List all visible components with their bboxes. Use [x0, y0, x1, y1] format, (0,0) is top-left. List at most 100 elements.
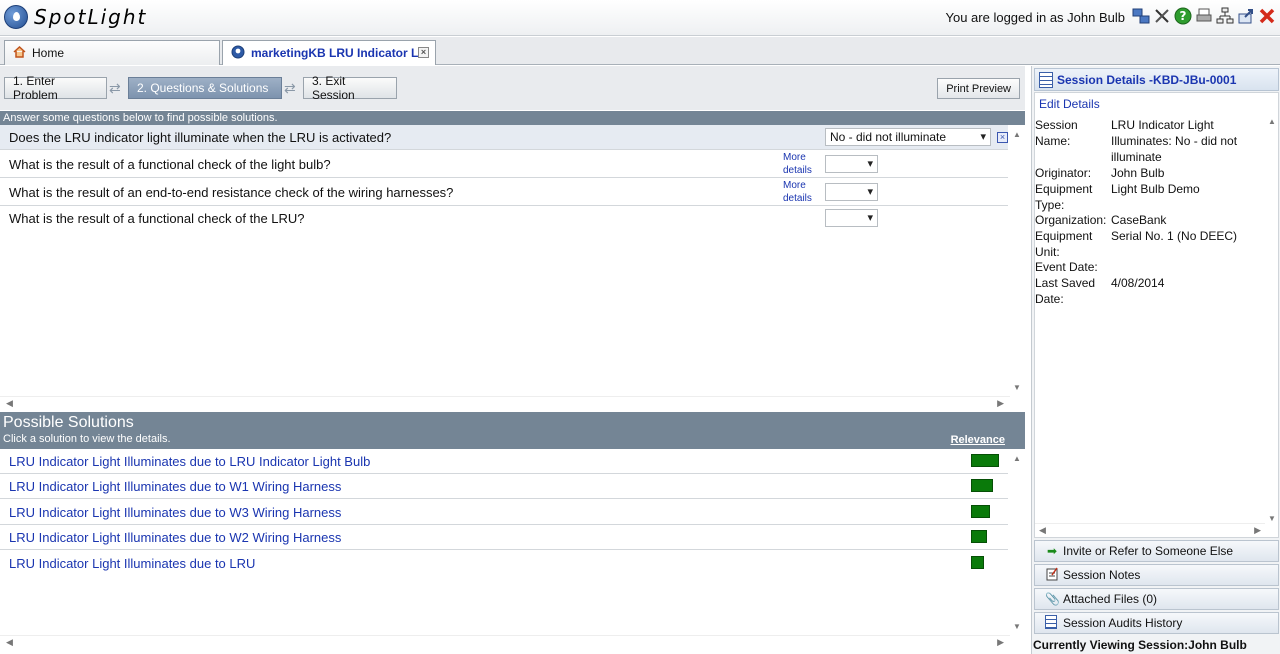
help-icon[interactable]: ?	[1173, 6, 1192, 25]
question-row: What is the result of a functional check…	[0, 206, 1008, 232]
solution-link[interactable]: LRU Indicator Light Illuminates due to W…	[9, 530, 341, 545]
more-details-link[interactable]: More details	[783, 151, 823, 177]
field-label: Equipment Unit:	[1035, 229, 1093, 259]
session-details-title: Session Details -KBD-JBu-0001	[1057, 72, 1237, 87]
solution-row[interactable]: LRU Indicator Light Illuminates due to L…	[0, 551, 1008, 576]
solution-link[interactable]: LRU Indicator Light Illuminates due to W…	[9, 505, 341, 520]
solution-row[interactable]: LRU Indicator Light Illuminates due to L…	[0, 449, 1008, 474]
solutions-list: LRU Indicator Light Illuminates due to L…	[0, 449, 1008, 634]
question-answer-select[interactable]	[825, 209, 878, 227]
field-value: CaseBank	[1111, 213, 1167, 227]
field-value: Light Bulb Demo	[1111, 182, 1200, 196]
svg-text:?: ?	[1179, 9, 1186, 23]
solutions-horizontal-scrollbar[interactable]: ◀ ▶	[0, 635, 1010, 649]
relevance-bar	[971, 454, 999, 467]
solutions-subtitle: Click a solution to view the details.	[3, 433, 171, 445]
tab-bar: Home marketingKB LRU Indicator Li ×	[0, 37, 1280, 65]
tab-home-label: Home	[32, 46, 65, 60]
session-notes-label: Session Notes	[1063, 568, 1141, 582]
solution-link[interactable]: LRU Indicator Light Illuminates due to L…	[9, 556, 255, 571]
hierarchy-icon[interactable]	[1215, 6, 1234, 25]
tab-home[interactable]: Home	[4, 40, 220, 65]
export-icon[interactable]	[1236, 6, 1255, 25]
solutions-vertical-scrollbar[interactable]: ▲ ▼	[1010, 449, 1024, 634]
session-panel: Session Details -KBD-JBu-0001 Edit Detai…	[1031, 66, 1280, 654]
question-text: What is the result of an end-to-end resi…	[9, 185, 454, 200]
spotlight-logo: SpotLight	[4, 5, 147, 29]
questions-horizontal-scrollbar[interactable]: ◀ ▶	[0, 396, 1010, 410]
spotlight-tab-icon	[231, 45, 245, 62]
question-answer-select[interactable]: No - did not illuminate	[825, 128, 991, 146]
session-notes-section[interactable]: Session Notes	[1034, 564, 1279, 586]
field-value: LRU Indicator Light Illuminates: No - di…	[1111, 118, 1238, 164]
attached-files-section[interactable]: 📎 Attached Files (0)	[1034, 588, 1279, 610]
question-row: Does the LRU indicator light illuminate …	[0, 125, 1008, 150]
attached-files-label: Attached Files (0)	[1063, 592, 1158, 606]
main-content: 1. Enter Problem ⇄ 2. Questions & Soluti…	[0, 66, 1025, 654]
arrow-right-icon: ➡	[1046, 544, 1058, 558]
app-header: SpotLight You are logged in as John Bulb…	[0, 0, 1280, 36]
session-details-vertical-scrollbar[interactable]: ▲ ▼	[1265, 115, 1278, 525]
toolbar-icons: ?	[1131, 6, 1276, 25]
session-audits-section[interactable]: Session Audits History	[1034, 612, 1279, 634]
step-arrow-icon: ⇄	[109, 80, 121, 96]
solutions-header: Possible Solutions Click a solution to v…	[0, 412, 1025, 449]
relevance-sort-link[interactable]: Relevance	[951, 434, 1005, 446]
session-details-horizontal-scrollbar[interactable]: ◀ ▶	[1035, 523, 1265, 537]
print-preview-button[interactable]: Print Preview	[937, 78, 1020, 99]
question-row: What is the result of an end-to-end resi…	[0, 178, 1008, 206]
field-label: Event Date:	[1035, 260, 1098, 274]
solution-link[interactable]: LRU Indicator Light Illuminates due to W…	[9, 479, 341, 494]
document-icon	[1045, 614, 1059, 632]
question-answer-select[interactable]	[825, 155, 878, 173]
tools-icon[interactable]	[1152, 6, 1171, 25]
field-value: Serial No. 1 (No DEEC)	[1111, 229, 1238, 243]
session-details-header[interactable]: Session Details -KBD-JBu-0001	[1034, 68, 1279, 91]
currently-viewing-footer: Currently Viewing Session:John Bulb	[1033, 638, 1247, 652]
questions-list: Does the LRU indicator light illuminate …	[0, 125, 1008, 395]
relevance-bar	[971, 505, 990, 518]
relevance-bar	[971, 530, 987, 543]
field-value: John Bulb	[1111, 166, 1165, 180]
field-label: Originator:	[1035, 166, 1092, 180]
clear-answer-icon[interactable]: ×	[997, 132, 1008, 143]
tab-session[interactable]: marketingKB LRU Indicator Li ×	[222, 40, 436, 65]
logo-text: SpotLight	[34, 5, 148, 29]
step-arrow-icon: ⇄	[284, 80, 296, 96]
edit-details-link[interactable]: Edit Details	[1039, 97, 1100, 111]
step-enter-problem[interactable]: 1. Enter Problem	[4, 74, 107, 102]
print-icon[interactable]	[1194, 6, 1213, 25]
question-answer-select[interactable]	[825, 183, 878, 201]
network-icon[interactable]	[1131, 6, 1150, 25]
solution-row[interactable]: LRU Indicator Light Illuminates due to W…	[0, 500, 1008, 525]
more-details-link[interactable]: More details	[783, 179, 823, 205]
question-text: Does the LRU indicator light illuminate …	[9, 130, 392, 145]
invite-refer-label: Invite or Refer to Someone Else	[1063, 544, 1234, 558]
solution-row[interactable]: LRU Indicator Light Illuminates due to W…	[0, 474, 1008, 499]
field-label: Last Saved Date:	[1035, 276, 1096, 306]
solution-row[interactable]: LRU Indicator Light Illuminates due to W…	[0, 525, 1008, 550]
field-label: Session Name:	[1035, 118, 1078, 148]
field-label: Equipment Type:	[1035, 182, 1093, 212]
spotlight-logo-icon	[4, 5, 28, 29]
invite-refer-section[interactable]: ➡ Invite or Refer to Someone Else	[1034, 540, 1279, 562]
close-icon[interactable]	[1257, 6, 1276, 25]
document-icon	[1039, 71, 1053, 88]
logged-in-text: You are logged in as John Bulb	[945, 10, 1126, 25]
question-text: What is the result of a functional check…	[9, 211, 305, 226]
question-row: What is the result of a functional check…	[0, 150, 1008, 178]
step-exit-session[interactable]: 3. Exit Session	[303, 74, 397, 102]
home-icon	[13, 45, 26, 61]
questions-vertical-scrollbar[interactable]: ▲ ▼	[1010, 125, 1024, 395]
paperclip-icon: 📎	[1045, 592, 1060, 606]
field-value: 4/08/2014	[1111, 276, 1165, 290]
relevance-bar	[971, 556, 984, 569]
field-label: Organization:	[1035, 213, 1107, 227]
tab-close-icon[interactable]: ×	[418, 47, 429, 58]
session-audits-label: Session Audits History	[1063, 616, 1183, 630]
solution-link[interactable]: LRU Indicator Light Illuminates due to L…	[9, 454, 370, 469]
step-questions-solutions[interactable]: 2. Questions & Solutions	[128, 77, 282, 99]
solutions-title: Possible Solutions	[3, 414, 134, 431]
question-text: What is the result of a functional check…	[9, 157, 331, 172]
notes-icon	[1045, 567, 1059, 584]
